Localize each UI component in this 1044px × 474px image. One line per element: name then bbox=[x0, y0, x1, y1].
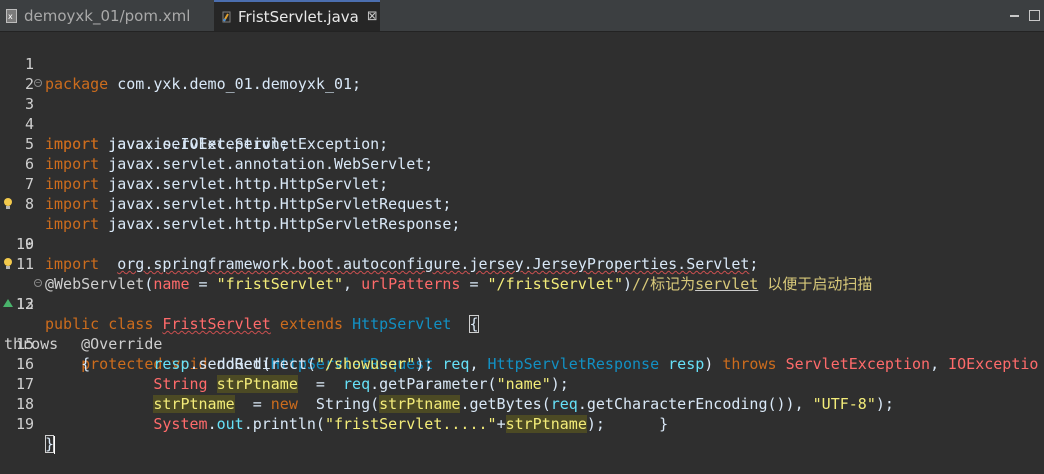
code-line: 18 System.out.println("fristServlet.....… bbox=[0, 374, 1044, 433]
code-line: 13 − @Override bbox=[0, 274, 1044, 354]
tab-label: demoyxk_01/pom.xml bbox=[24, 6, 191, 25]
lightbulb-warning-icon[interactable] bbox=[2, 257, 14, 271]
lightbulb-warning-icon[interactable] bbox=[2, 197, 14, 211]
xml-file-icon: x bbox=[6, 8, 17, 23]
code-line: 3 − import java.io.IOException; bbox=[0, 74, 1044, 154]
code-line: 4 import javax.servlet.ServletException; bbox=[0, 94, 1044, 153]
tab-fristservlet-java[interactable]: FristServlet.java ⊠ bbox=[214, 0, 380, 31]
text-cursor bbox=[54, 435, 56, 454]
local-variable-highlighted: strPtname bbox=[505, 415, 587, 433]
code-line: 8 import javax.servlet.http.HttpServletR… bbox=[0, 174, 1044, 233]
code-line: 7 import javax.servlet.http.HttpServletR… bbox=[0, 154, 1044, 213]
tab-label: FristServlet.java bbox=[238, 7, 359, 26]
override-marker-icon[interactable] bbox=[3, 299, 13, 307]
minimize-icon[interactable] bbox=[1010, 15, 1019, 18]
fold-collapse-icon[interactable]: − bbox=[34, 279, 42, 287]
window-controls bbox=[1010, 10, 1040, 21]
java-file-icon bbox=[222, 11, 231, 22]
code-text: .println( bbox=[243, 415, 325, 433]
code-editor[interactable]: 1 package com.yxk.demo_01.demoyxk_01; 2 … bbox=[0, 32, 1044, 454]
code-line: 10 bbox=[0, 214, 1044, 253]
code-line: 16 String strPtname = req.getParameter("… bbox=[0, 334, 1044, 393]
code-line: 15 { resp.sendRedirect("/showuser"); bbox=[0, 314, 1044, 373]
code-line: 2 bbox=[0, 54, 1044, 93]
svg-text:x: x bbox=[8, 12, 13, 21]
string-literal: "fristServlet....." bbox=[324, 415, 497, 433]
code-line: 6 import javax.servlet.http.HttpServlet; bbox=[0, 134, 1044, 193]
fold-collapse-icon[interactable]: − bbox=[34, 79, 42, 87]
tab-pom-xml[interactable]: x demoyxk_01/pom.xml bbox=[0, 0, 212, 31]
code-text: + bbox=[496, 415, 506, 433]
matched-brace: } bbox=[45, 435, 55, 453]
code-line: 5 import javax.servlet.annotation.WebSer… bbox=[0, 114, 1044, 173]
code-line: 12 public class FristServlet extends Htt… bbox=[0, 254, 1044, 333]
code-text: . bbox=[207, 415, 217, 433]
type-name: System bbox=[153, 415, 208, 433]
maximize-icon[interactable] bbox=[1029, 10, 1040, 21]
code-line: 19 } bbox=[0, 394, 1044, 454]
code-line: 9 import org.springframework.boot.autoco… bbox=[0, 194, 1044, 273]
code-line: throws protected void doGet(HttpServletR… bbox=[0, 294, 1044, 373]
static-field: out bbox=[216, 415, 244, 433]
line-number: 19 bbox=[15, 415, 34, 433]
code-line: 1 package com.yxk.demo_01.demoyxk_01; bbox=[0, 34, 1044, 93]
editor-tab-bar: x demoyxk_01/pom.xml FristServlet.java ⊠ bbox=[0, 0, 1044, 32]
code-line: 17 strPtname = new String(strPtname.getB… bbox=[0, 354, 1044, 413]
code-text: ); } bbox=[586, 415, 669, 433]
close-tab-icon[interactable]: ⊠ bbox=[367, 9, 378, 24]
code-line: 11 @WebServlet(name = "fristServlet", ur… bbox=[0, 234, 1044, 293]
